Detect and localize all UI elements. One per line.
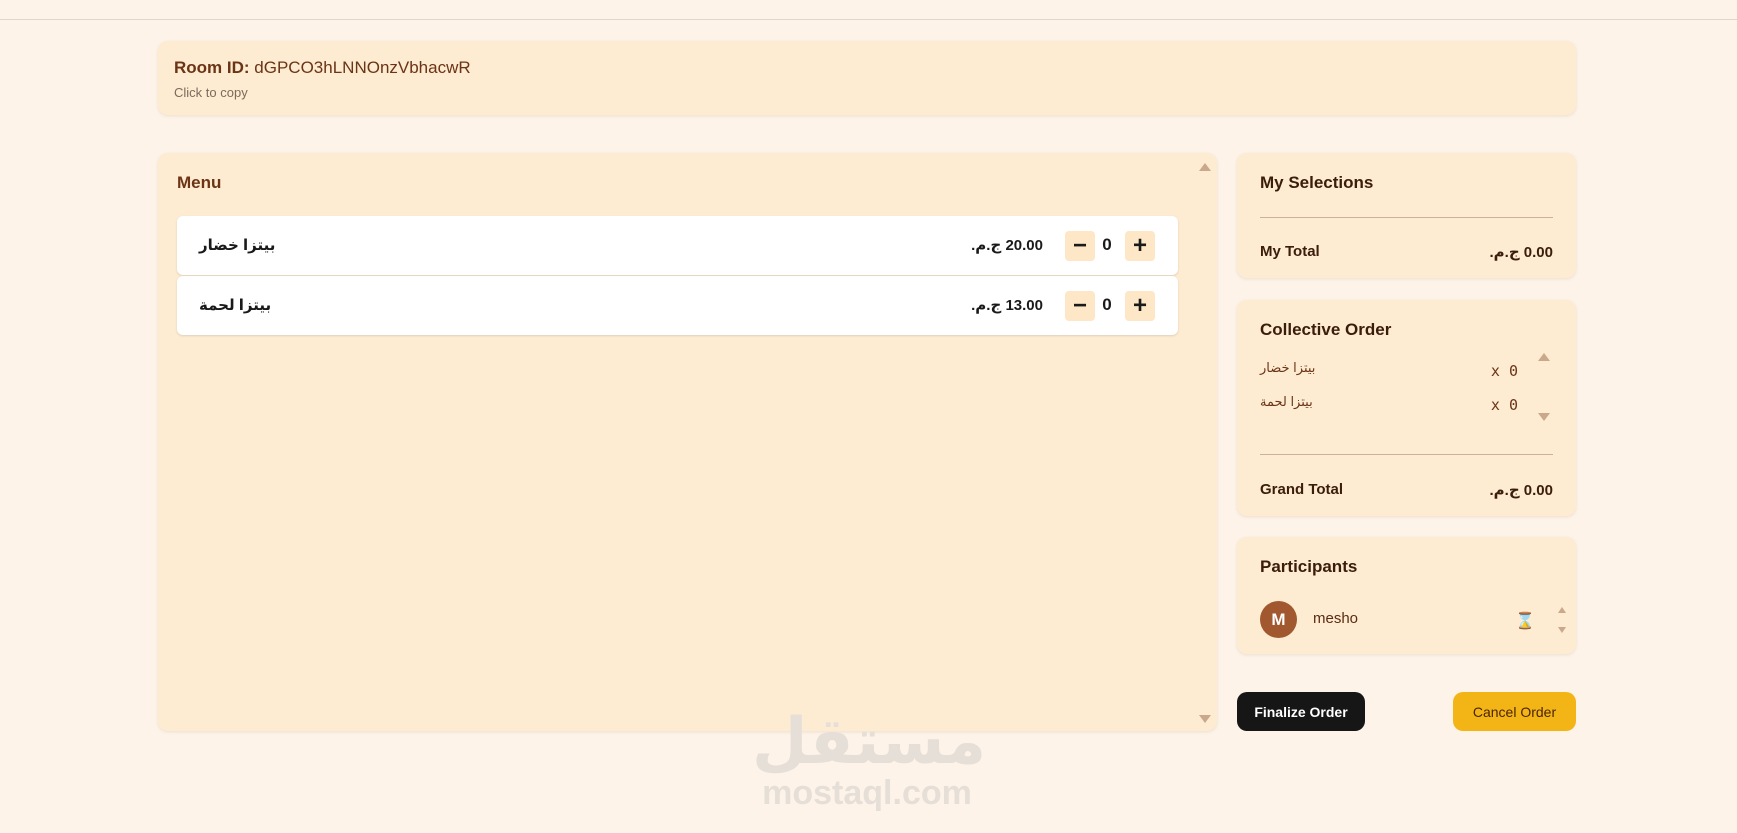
list-scroll-down-icon[interactable] bbox=[1538, 413, 1550, 421]
watermark-logo: مستقل bbox=[752, 705, 987, 777]
room-id-line: Room ID: dGPCO3hLNNOnzVbhacwR bbox=[174, 58, 471, 78]
minus-icon: − bbox=[1072, 232, 1087, 259]
room-id-card[interactable]: Room ID: dGPCO3hLNNOnzVbhacwR Click to c… bbox=[158, 41, 1576, 115]
scroll-down-arrow-icon[interactable] bbox=[1199, 715, 1211, 723]
increase-quantity-button[interactable]: + bbox=[1125, 231, 1155, 261]
collective-order-panel: Collective Order بيتزا خضار x 0 بيتزا لح… bbox=[1237, 300, 1576, 516]
room-id-value[interactable]: dGPCO3hLNNOnzVbhacwR bbox=[254, 58, 470, 77]
my-selections-panel: My Selections My Total 0.00 ج.م. bbox=[1237, 153, 1576, 278]
menu-title: Menu bbox=[177, 173, 222, 192]
watermark-text: mostaql.com bbox=[762, 774, 972, 812]
collective-item-qty: x 0 bbox=[1490, 396, 1518, 414]
my-total-value: 0.00 ج.م. bbox=[1489, 244, 1553, 261]
grand-total-label: Grand Total bbox=[1260, 481, 1344, 498]
menu-item-price: 20.00 ج.م. bbox=[971, 237, 1043, 254]
list-scroll-up-icon[interactable] bbox=[1558, 607, 1566, 613]
collective-item-name: بيتزا لحمة bbox=[1260, 394, 1313, 409]
room-id-label: Room ID: bbox=[174, 58, 250, 77]
my-total-label: My Total bbox=[1260, 243, 1320, 260]
divider bbox=[1260, 217, 1553, 218]
finalize-order-button[interactable]: Finalize Order bbox=[1237, 692, 1365, 731]
top-bar bbox=[0, 0, 1737, 20]
collective-item-name: بيتزا خضار bbox=[1260, 360, 1316, 375]
list-scroll-up-icon[interactable] bbox=[1538, 353, 1550, 361]
participant-name: mesho bbox=[1313, 610, 1359, 627]
participants-panel: Participants M mesho ⌛ bbox=[1237, 537, 1576, 654]
menu-item-name: بيتزا لحمة bbox=[199, 297, 272, 314]
participants-title: Participants bbox=[1260, 557, 1358, 576]
collective-item-qty: x 0 bbox=[1490, 362, 1518, 380]
increase-quantity-button[interactable]: + bbox=[1125, 291, 1155, 321]
decrease-quantity-button[interactable]: − bbox=[1065, 291, 1095, 321]
scroll-up-arrow-icon[interactable] bbox=[1199, 163, 1211, 171]
avatar: M bbox=[1260, 601, 1297, 638]
quantity-value: 0 bbox=[1102, 295, 1112, 314]
grand-total-value: 0.00 ج.م. bbox=[1489, 482, 1553, 499]
my-selections-title: My Selections bbox=[1260, 173, 1374, 192]
menu-item: بيتزا خضار 20.00 ج.م. − 0 + bbox=[177, 216, 1178, 275]
minus-icon: − bbox=[1072, 292, 1087, 319]
plus-icon: + bbox=[1132, 232, 1147, 259]
divider bbox=[1260, 454, 1553, 455]
cancel-order-button[interactable]: Cancel Order bbox=[1453, 692, 1576, 731]
quantity-value: 0 bbox=[1102, 235, 1112, 254]
plus-icon: + bbox=[1132, 292, 1147, 319]
menu-item-name: بيتزا خضار bbox=[199, 237, 276, 254]
collective-order-title: Collective Order bbox=[1260, 320, 1392, 339]
menu-item: بيتزا لحمة 13.00 ج.م. − 0 + bbox=[177, 276, 1178, 335]
copy-hint[interactable]: Click to copy bbox=[174, 85, 248, 100]
menu-item-price: 13.00 ج.م. bbox=[971, 297, 1043, 314]
decrease-quantity-button[interactable]: − bbox=[1065, 231, 1095, 261]
menu-panel: Menu بيتزا خضار 20.00 ج.م. − 0 + بيتزا ل… bbox=[158, 153, 1217, 731]
list-scroll-down-icon[interactable] bbox=[1558, 627, 1566, 633]
hourglass-icon: ⌛ bbox=[1515, 613, 1535, 630]
